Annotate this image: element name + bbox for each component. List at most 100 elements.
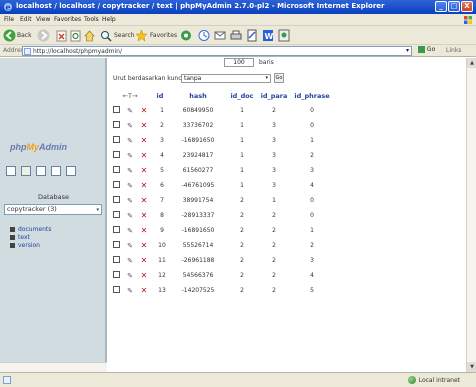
delete-x-icon[interactable]: ✕ bbox=[141, 211, 148, 220]
sort-by-key-select[interactable]: tanpa ▾ bbox=[181, 74, 271, 83]
row-checkbox[interactable] bbox=[112, 136, 120, 143]
menu-favorites[interactable]: Favorites bbox=[54, 16, 81, 23]
favorites-star-icon[interactable] bbox=[135, 29, 148, 42]
menu-tools[interactable]: Tools bbox=[84, 16, 99, 23]
sql-query-icon[interactable] bbox=[21, 166, 31, 176]
search-icon[interactable] bbox=[100, 29, 112, 42]
forward-arrow-icon[interactable] bbox=[37, 29, 50, 42]
edit-page-icon[interactable] bbox=[246, 29, 258, 42]
table-link-version[interactable]: version bbox=[10, 242, 51, 249]
row-checkbox[interactable] bbox=[112, 226, 120, 233]
vertical-scrollbar[interactable]: ▲ ▼ bbox=[466, 58, 476, 372]
home-nav-icon[interactable] bbox=[6, 166, 16, 176]
column-header-id-doc[interactable]: id_doc bbox=[227, 88, 257, 103]
delete-x-icon[interactable]: ✕ bbox=[141, 271, 148, 280]
messenger-icon[interactable] bbox=[278, 29, 290, 42]
delete-x-icon[interactable]: ✕ bbox=[141, 151, 148, 160]
maximize-button[interactable]: □ bbox=[448, 1, 460, 12]
database-select[interactable]: copytracker (3) ▾ bbox=[4, 204, 102, 215]
back-arrow-icon[interactable] bbox=[3, 29, 16, 42]
delete-x-icon[interactable]: ✕ bbox=[141, 106, 148, 115]
delete-x-icon[interactable]: ✕ bbox=[141, 196, 148, 205]
row-checkbox[interactable] bbox=[112, 241, 120, 248]
browser-content: phpMyAdmin Database copytracker (3) ▾ do… bbox=[0, 58, 466, 372]
cell-id: 11 bbox=[158, 257, 166, 264]
edit-pencil-icon[interactable]: ✎ bbox=[127, 137, 133, 145]
history-icon[interactable] bbox=[198, 29, 210, 42]
menu-help[interactable]: Help bbox=[102, 16, 116, 23]
edit-pencil-icon[interactable]: ✎ bbox=[127, 152, 133, 160]
delete-x-icon[interactable]: ✕ bbox=[141, 256, 148, 265]
address-input[interactable]: http://localhost/phpmyadmin/ ▾ bbox=[22, 46, 412, 56]
scroll-down-icon[interactable]: ▼ bbox=[467, 362, 476, 372]
nav-frame-scrollbar[interactable] bbox=[0, 362, 107, 372]
edit-pencil-icon[interactable]: ✎ bbox=[127, 212, 133, 220]
column-header-id-phrase[interactable]: id_phrase bbox=[291, 88, 333, 103]
edit-pencil-icon[interactable]: ✎ bbox=[127, 167, 133, 175]
docs-icon[interactable] bbox=[51, 166, 61, 176]
row-checkbox[interactable] bbox=[112, 271, 120, 278]
row-checkbox[interactable] bbox=[112, 181, 120, 188]
edit-pencil-icon[interactable]: ✎ bbox=[127, 287, 133, 295]
refresh-icon[interactable] bbox=[70, 29, 81, 42]
delete-x-icon[interactable]: ✕ bbox=[141, 181, 148, 190]
table-link-text[interactable]: text bbox=[10, 234, 51, 241]
cell-id-para: 2 bbox=[272, 287, 276, 294]
delete-x-icon[interactable]: ✕ bbox=[141, 136, 148, 145]
favorites-label[interactable]: Favorites bbox=[150, 32, 177, 39]
stop-icon[interactable] bbox=[56, 29, 67, 42]
table-row: ✎ ✕ 7 38991754 2 1 0 bbox=[109, 193, 333, 208]
table-icon bbox=[10, 235, 15, 240]
delete-x-icon[interactable]: ✕ bbox=[141, 226, 148, 235]
delete-x-icon[interactable]: ✕ bbox=[141, 166, 148, 175]
row-checkbox[interactable] bbox=[112, 121, 120, 128]
row-checkbox[interactable] bbox=[112, 256, 120, 263]
cell-id-doc: 2 bbox=[240, 272, 244, 279]
edit-pencil-icon[interactable]: ✎ bbox=[127, 242, 133, 250]
phpmyadmin-logo[interactable]: phpMyAdmin bbox=[10, 142, 67, 152]
database-nav-icon[interactable] bbox=[36, 166, 46, 176]
search-label[interactable]: Search bbox=[114, 32, 135, 39]
sort-go-button[interactable]: Go bbox=[274, 73, 284, 83]
edit-pencil-icon[interactable]: ✎ bbox=[127, 227, 133, 235]
column-arrows-header[interactable]: ←T→ bbox=[109, 88, 151, 103]
minimize-button[interactable]: _ bbox=[435, 1, 447, 12]
help-icon[interactable] bbox=[66, 166, 76, 176]
print-icon[interactable] bbox=[230, 29, 242, 42]
edit-pencil-icon[interactable]: ✎ bbox=[127, 122, 133, 130]
mail-icon[interactable] bbox=[214, 29, 226, 42]
edit-pencil-icon[interactable]: ✎ bbox=[127, 182, 133, 190]
edit-pencil-icon[interactable]: ✎ bbox=[127, 197, 133, 205]
menu-file[interactable]: File bbox=[4, 16, 14, 23]
delete-x-icon[interactable]: ✕ bbox=[141, 241, 148, 250]
row-checkbox[interactable] bbox=[112, 196, 120, 203]
media-icon[interactable] bbox=[180, 29, 192, 42]
menu-view[interactable]: View bbox=[36, 16, 50, 23]
row-checkbox[interactable] bbox=[112, 286, 120, 293]
table-link-documents[interactable]: documents bbox=[10, 226, 51, 233]
edit-pencil-icon[interactable]: ✎ bbox=[127, 272, 133, 280]
back-label[interactable]: Back bbox=[17, 32, 32, 39]
column-header-id[interactable]: id bbox=[151, 88, 169, 103]
column-header-id-para[interactable]: id_para bbox=[257, 88, 291, 103]
delete-x-icon[interactable]: ✕ bbox=[141, 286, 148, 295]
home-icon[interactable] bbox=[84, 29, 95, 42]
row-checkbox[interactable] bbox=[112, 211, 120, 218]
links-label[interactable]: Links bbox=[446, 47, 461, 54]
word-icon[interactable]: W bbox=[262, 29, 274, 42]
delete-x-icon[interactable]: ✕ bbox=[141, 121, 148, 130]
scroll-up-icon[interactable]: ▲ bbox=[467, 58, 476, 68]
go-button[interactable]: Go bbox=[418, 46, 435, 53]
rows-count-input[interactable]: 100 bbox=[224, 58, 254, 67]
row-checkbox[interactable] bbox=[112, 151, 120, 158]
edit-pencil-icon[interactable]: ✎ bbox=[127, 107, 133, 115]
column-header-hash[interactable]: hash bbox=[169, 88, 227, 103]
close-button[interactable]: X bbox=[461, 1, 473, 12]
go-label: Go bbox=[426, 46, 436, 53]
menu-edit[interactable]: Edit bbox=[20, 16, 32, 23]
address-dropdown-icon[interactable]: ▾ bbox=[406, 47, 409, 54]
row-checkbox[interactable] bbox=[112, 166, 120, 173]
edit-pencil-icon[interactable]: ✎ bbox=[127, 257, 133, 265]
row-checkbox[interactable] bbox=[112, 106, 120, 113]
cell-id-doc: 1 bbox=[240, 167, 244, 174]
